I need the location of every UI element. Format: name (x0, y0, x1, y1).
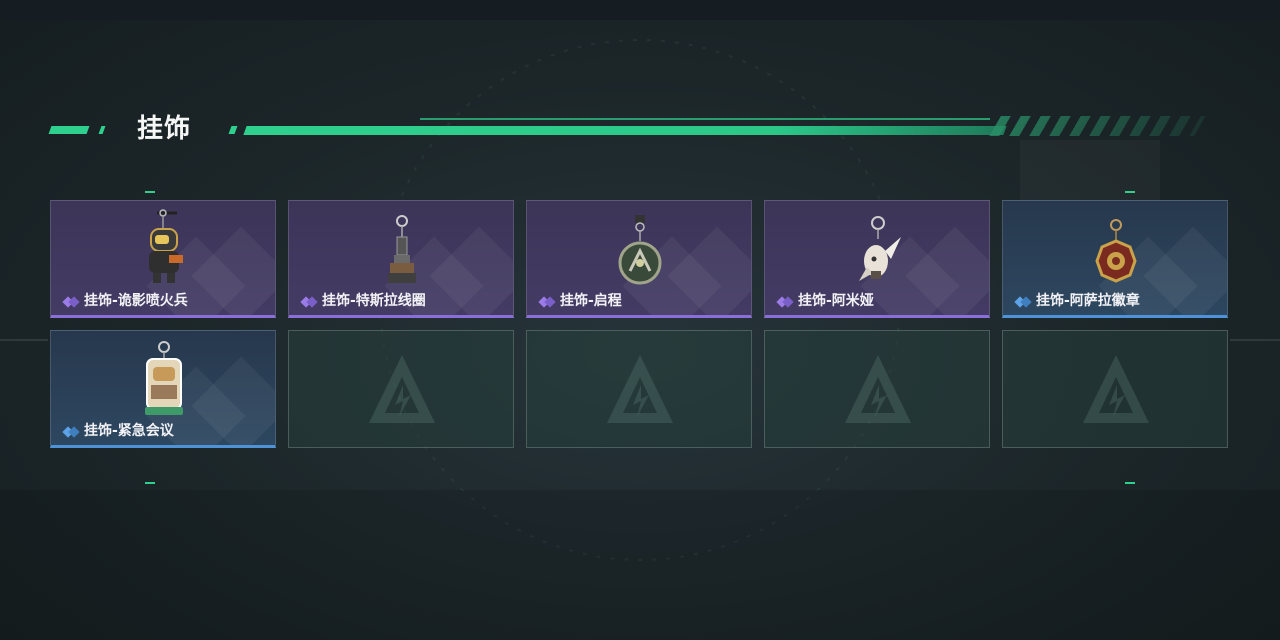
charm-card[interactable]: 挂饰-特斯拉线圈 (288, 200, 514, 318)
delta-logo-icon (845, 355, 911, 423)
charm-label: 挂饰-阿米娅 (798, 293, 874, 309)
flamethrower-charm-icon (149, 209, 183, 283)
empty-slot[interactable] (764, 330, 990, 448)
corner-tick (1125, 482, 1135, 484)
empty-slot[interactable] (526, 330, 752, 448)
rarity-purple-icon (62, 296, 80, 308)
header-accent-line (420, 118, 990, 120)
meeting-charm-icon (145, 341, 183, 415)
header-accent-block (228, 126, 238, 134)
corner-tick (1125, 191, 1135, 193)
delta-logo-icon (1083, 355, 1149, 423)
empty-slot[interactable] (288, 330, 514, 448)
rarity-purple-icon (776, 296, 794, 308)
background-decoration (0, 39, 1280, 640)
charm-card[interactable]: 挂饰-诡影喷火兵 (50, 200, 276, 318)
corner-tick (145, 191, 155, 193)
header-accent-block (48, 126, 90, 134)
compass-charm-icon (618, 215, 662, 285)
charm-label: 挂饰-启程 (560, 293, 622, 309)
empty-slot[interactable] (1002, 330, 1228, 448)
charm-label: 挂饰-诡影喷火兵 (84, 293, 188, 309)
charm-label: 挂饰-紧急会议 (84, 423, 174, 439)
rarity-purple-icon (538, 296, 556, 308)
corner-tick (145, 482, 155, 484)
section-title: 挂饰 (137, 114, 192, 144)
charm-card[interactable]: 挂饰-紧急会议 (50, 330, 276, 448)
badge-charm-icon (1095, 219, 1137, 283)
section-header: 挂饰 (0, 100, 1280, 160)
header-accent-block (98, 126, 106, 134)
delta-logo-icon (369, 355, 435, 423)
rarity-purple-icon (300, 296, 318, 308)
charm-card[interactable]: 挂饰-启程 (526, 200, 752, 318)
bunny-charm-icon (859, 216, 901, 281)
charm-label: 挂饰-阿萨拉徽章 (1036, 293, 1140, 309)
rarity-blue-icon (1014, 296, 1032, 308)
charm-card[interactable]: 挂饰-阿萨拉徽章 (1002, 200, 1228, 318)
header-checker-pattern (989, 116, 1206, 136)
header-accent-bar (243, 126, 1007, 135)
rarity-blue-icon (62, 426, 80, 438)
delta-logo-icon (607, 355, 673, 423)
charm-label: 挂饰-特斯拉线圈 (322, 293, 426, 309)
tesla-coil-charm-icon (388, 215, 416, 283)
charm-card[interactable]: 挂饰-阿米娅 (764, 200, 990, 318)
